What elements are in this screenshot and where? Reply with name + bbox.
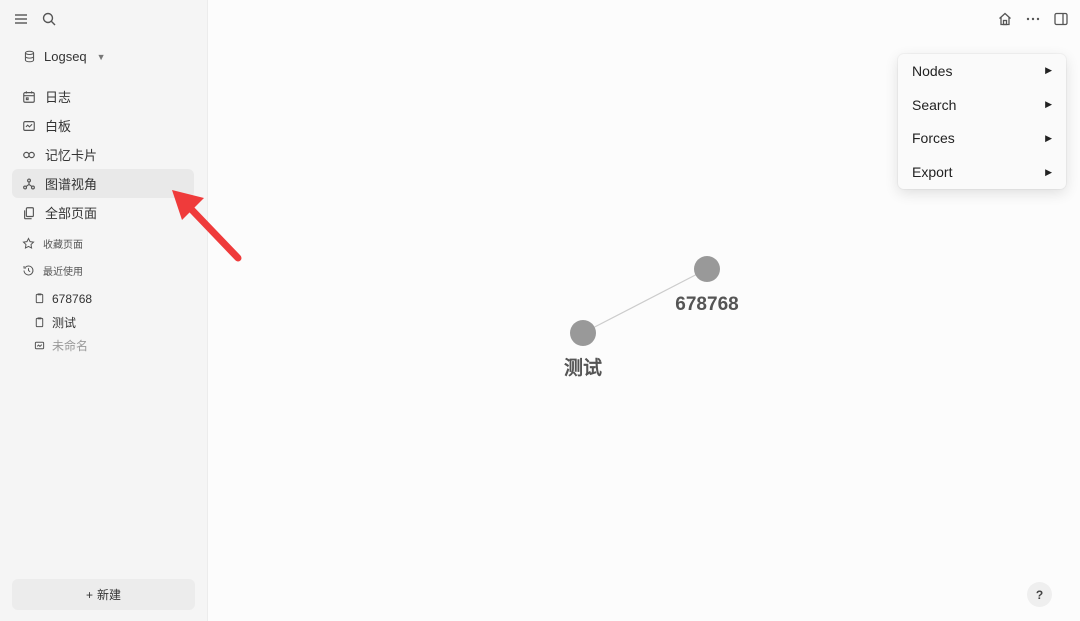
menu-item-label: Nodes — [912, 62, 953, 79]
help-button[interactable]: ? — [1027, 582, 1052, 607]
graph-node-678768[interactable] — [694, 256, 720, 282]
home-icon[interactable] — [996, 10, 1014, 28]
menu-item-search[interactable]: Search ▶ — [898, 88, 1066, 122]
caret-right-icon: ▶ — [1045, 99, 1052, 110]
caret-right-icon: ▶ — [1045, 166, 1052, 177]
menu-item-label: Forces — [912, 130, 955, 147]
graph-node-label: 测试 — [564, 357, 602, 379]
help-icon: ? — [1035, 587, 1044, 602]
caret-right-icon: ▶ — [1045, 65, 1052, 76]
menu-item-label: Export — [912, 164, 953, 181]
menu-item-forces[interactable]: Forces ▶ — [898, 122, 1066, 156]
right-sidebar-toggle-icon[interactable] — [1052, 10, 1070, 28]
menu-item-label: Search — [912, 96, 957, 113]
graph-settings-menu: Nodes ▶ Search ▶ Forces ▶ Export ▶ — [898, 54, 1066, 189]
top-right-toolbar — [996, 10, 1070, 28]
more-icon[interactable] — [1024, 10, 1042, 28]
graph-node-test[interactable] — [570, 320, 596, 346]
graph-node-label: 678768 — [675, 294, 738, 315]
menu-item-nodes[interactable]: Nodes ▶ — [898, 54, 1066, 88]
caret-right-icon: ▶ — [1045, 132, 1052, 143]
menu-item-export[interactable]: Export ▶ — [898, 155, 1066, 189]
